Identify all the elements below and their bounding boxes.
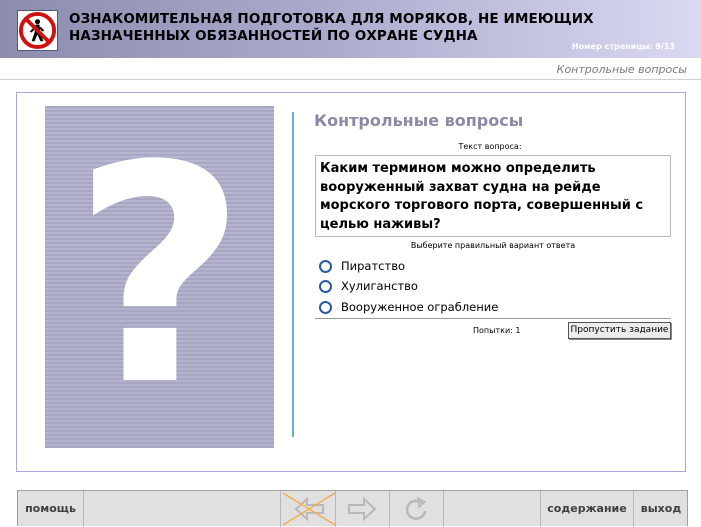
quiz-frame: ? Контрольные вопросы Текст вопроса: Как…	[16, 92, 686, 472]
answer-option-label[interactable]: Хулиганство	[341, 279, 418, 293]
attempts-counter: Попытки: 1	[473, 326, 521, 335]
answer-option-label[interactable]: Вооруженное ограбление	[341, 300, 498, 314]
course-title: ОЗНАКОМИТЕЛЬНАЯ ПОДГОТОВКА ДЛЯ МОРЯКОВ, …	[69, 11, 629, 45]
page-number: Номер страницы: 9/13	[571, 42, 675, 51]
radio-button[interactable]	[319, 259, 332, 273]
reload-button[interactable]	[390, 491, 444, 527]
reload-icon	[405, 496, 427, 520]
course-title-line2: НАЗНАЧЕННЫХ ОБЯЗАННОСТЕЙ ПО ОХРАНЕ СУДНА	[69, 28, 478, 44]
help-button[interactable]: помощь	[18, 491, 84, 527]
answer-option-piracy[interactable]: Пиратство	[319, 258, 405, 274]
radio-button[interactable]	[319, 300, 332, 314]
answer-caption: Выберите правильный вариант ответа	[410, 241, 576, 250]
arrow-left-icon	[282, 492, 336, 526]
answer-option-hooliganism[interactable]: Хулиганство	[319, 278, 418, 294]
exit-button[interactable]: выход	[634, 491, 688, 527]
footer-toolbar: помощь содержание выход	[17, 490, 688, 527]
contents-button[interactable]: содержание	[540, 491, 634, 527]
answer-option-armed-robbery[interactable]: Вооруженное ограбление	[319, 299, 498, 315]
question-text: Каким термином можно определить вооружен…	[315, 155, 671, 237]
section-label: Контрольные вопросы	[556, 63, 687, 76]
quiz-heading: Контрольные вопросы	[314, 111, 524, 130]
question-mark-icon: ?	[45, 106, 274, 448]
arrow-right-icon	[348, 496, 377, 522]
no-pedestrian-sign-icon	[17, 10, 58, 51]
answer-option-label[interactable]: Пиратство	[341, 259, 405, 273]
course-title-line1: ОЗНАКОМИТЕЛЬНАЯ ПОДГОТОВКА ДЛЯ МОРЯКОВ, …	[69, 11, 594, 27]
question-caption: Текст вопроса:	[458, 142, 522, 151]
header-bar: ОЗНАКОМИТЕЛЬНАЯ ПОДГОТОВКА ДЛЯ МОРЯКОВ, …	[0, 0, 701, 58]
skip-task-button[interactable]: Пропустить задание	[568, 322, 671, 339]
radio-button[interactable]	[319, 279, 332, 293]
header-divider	[0, 79, 701, 80]
back-button[interactable]	[280, 491, 336, 527]
vertical-divider	[292, 112, 294, 437]
forward-button[interactable]	[336, 491, 390, 527]
question-mark-glyph: ?	[72, 106, 247, 448]
options-divider	[315, 318, 671, 319]
